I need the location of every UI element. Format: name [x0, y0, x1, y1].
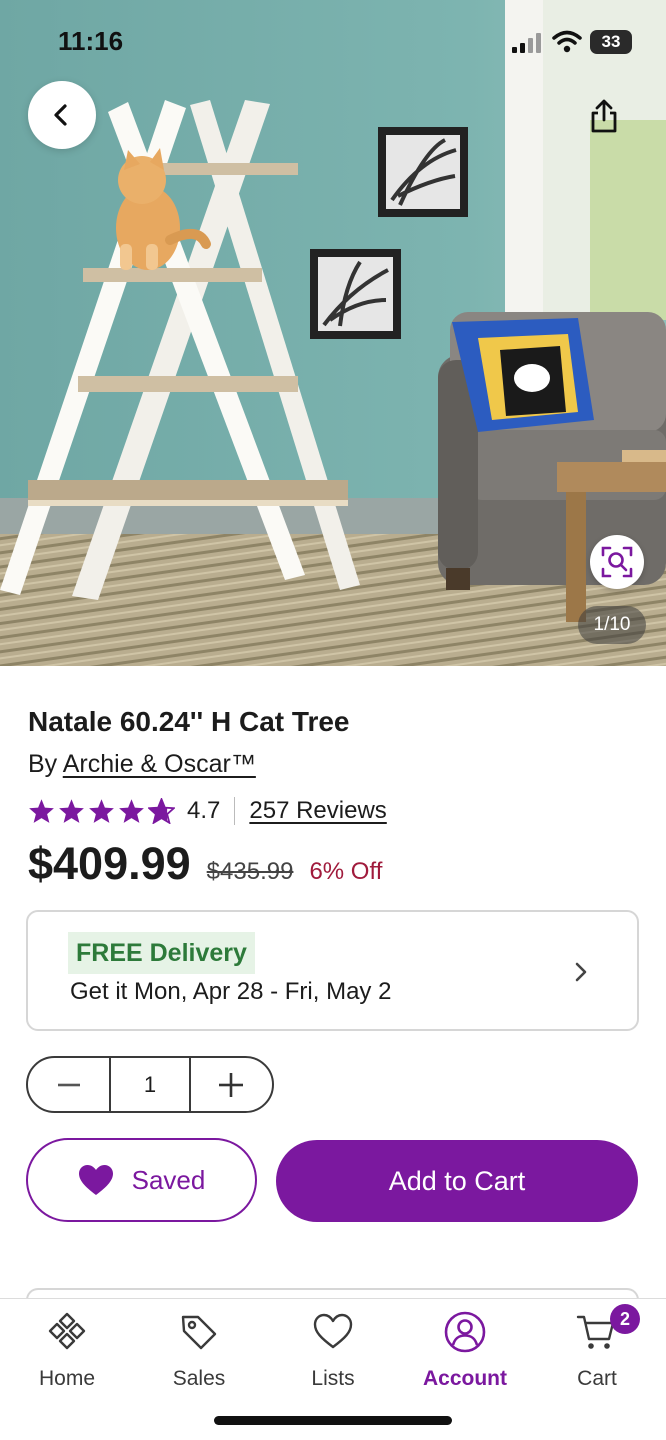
saved-label: Saved — [131, 1164, 206, 1195]
free-delivery-badge: FREE Delivery — [68, 932, 255, 974]
nav-cart-label: Cart — [577, 1367, 617, 1390]
quantity-stepper: 1 — [26, 1056, 274, 1113]
nav-account[interactable]: Account — [410, 1311, 520, 1391]
star-half-icon — [148, 798, 175, 824]
back-button[interactable] — [28, 81, 96, 149]
heart-icon — [313, 1313, 353, 1349]
saved-button[interactable]: Saved — [26, 1138, 257, 1222]
account-icon — [444, 1311, 486, 1353]
battery-icon: 33 — [590, 30, 632, 54]
nav-sales-label: Sales — [172, 1367, 226, 1390]
nav-home-label: Home — [38, 1367, 96, 1390]
chevron-right-icon — [575, 962, 587, 982]
decrease-quantity-button[interactable] — [28, 1058, 109, 1111]
nav-account-label: Account — [423, 1367, 507, 1390]
visual-search-button[interactable] — [590, 535, 644, 589]
product-photo — [0, 0, 666, 666]
star-rating — [28, 798, 175, 824]
status-bar: 11:16 33 — [0, 0, 666, 84]
home-icon — [48, 1312, 86, 1350]
status-time: 11:16 — [58, 26, 124, 56]
discount-label: 6% Off — [309, 858, 383, 885]
nav-lists[interactable]: Lists — [278, 1311, 388, 1391]
nav-lists-label: Lists — [311, 1367, 355, 1390]
by-prefix: By — [28, 750, 63, 778]
chevron-left-icon — [54, 104, 67, 126]
increase-quantity-button[interactable] — [191, 1058, 272, 1111]
star-icon — [89, 799, 114, 823]
plus-icon — [219, 1072, 244, 1097]
rating-divider — [234, 797, 236, 825]
delivery-card[interactable]: FREE Delivery Get it Mon, Apr 28 - Fri, … — [26, 910, 639, 1031]
sale-price: $409.99 — [28, 838, 191, 889]
original-price: $435.99 — [206, 858, 294, 885]
star-icon — [29, 799, 54, 823]
rating-value: 4.7 — [187, 797, 221, 824]
star-icon — [59, 799, 84, 823]
nav-sales[interactable]: Sales — [144, 1311, 254, 1391]
reviews-link[interactable]: 257 Reviews — [249, 797, 386, 825]
share-icon — [591, 99, 617, 133]
star-icon — [119, 799, 144, 823]
cart-count-badge: 2 — [610, 1304, 640, 1334]
product-title: Natale 60.24'' H Cat Tree — [28, 706, 350, 737]
visual-search-icon — [601, 546, 633, 578]
image-counter: 1/10 — [578, 606, 646, 644]
minus-icon — [57, 1083, 80, 1086]
brand-link[interactable]: Archie & Oscar™ — [63, 750, 256, 778]
delivery-dates: Get it Mon, Apr 28 - Fri, May 2 — [70, 978, 392, 1005]
price-row: $409.99 $435.99 6% Off — [28, 838, 382, 894]
heart-filled-icon — [78, 1165, 113, 1195]
brand-line: By Archie & Oscar™ — [28, 750, 256, 779]
nav-home[interactable]: Home — [12, 1311, 122, 1391]
product-image[interactable]: 11:16 33 1/10 — [0, 0, 666, 666]
rating-row: 4.7 257 Reviews — [28, 794, 387, 828]
tag-icon — [181, 1315, 217, 1350]
home-indicator — [214, 1416, 452, 1425]
share-button[interactable] — [582, 94, 626, 138]
quantity-value[interactable]: 1 — [109, 1058, 191, 1111]
cellular-signal-icon — [512, 33, 541, 53]
status-icons: 33 — [512, 30, 632, 56]
wifi-icon — [552, 30, 582, 53]
add-to-cart-button[interactable]: Add to Cart — [276, 1140, 638, 1222]
